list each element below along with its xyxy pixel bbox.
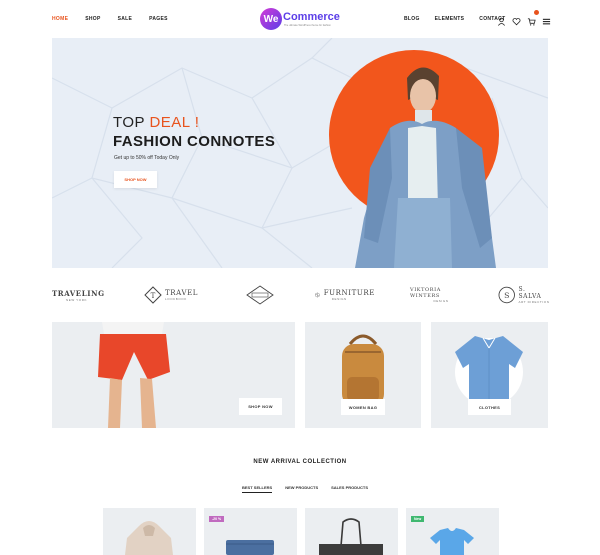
- svg-text:S: S: [504, 291, 509, 300]
- hero-banner: TOP DEAL ! FASHION CONNOTES Get up to 50…: [52, 38, 548, 268]
- furniture-cube-icon: [315, 292, 320, 298]
- nav-elements[interactable]: ELEMENTS: [435, 16, 465, 22]
- new-arrival-tabs: BEST SELLERS NEW PRODUCTS SALES PRODUCTS: [242, 485, 381, 493]
- brand-travel-name: TRAVEL: [165, 289, 199, 297]
- jeans-image: [226, 540, 274, 555]
- product-card-jeans[interactable]: -20 %: [204, 508, 297, 555]
- tshirt-image: [430, 528, 474, 555]
- brand-s-salva[interactable]: S S. SALVA ART DIRECTION: [498, 283, 550, 307]
- nav-home[interactable]: HOME: [52, 16, 68, 22]
- brand-viktoria-winters[interactable]: VIKTORIA WINTERS DESIGN: [410, 283, 472, 307]
- hero-title-prefix: TOP: [113, 114, 150, 131]
- category-tile-women-bag[interactable]: WOMEN BAG: [305, 322, 421, 428]
- brand-travel-sub: LOOKBOOK: [165, 297, 187, 301]
- brand-badge[interactable]: [246, 283, 274, 307]
- brand-furniture-text: FURNITURE DESIGN: [324, 289, 375, 301]
- hero-shop-now-button[interactable]: SHOP NOW: [114, 171, 157, 188]
- clothes-label[interactable]: CLOTHES: [468, 399, 511, 415]
- nav-shop[interactable]: SHOP: [85, 16, 100, 22]
- tab-new-products[interactable]: NEW PRODUCTS: [285, 485, 318, 493]
- nav-pages[interactable]: PAGES: [149, 16, 168, 22]
- nav-blog[interactable]: BLOG: [404, 16, 420, 22]
- tab-best-sellers[interactable]: BEST SELLERS: [242, 485, 273, 493]
- brand-furniture-name: FURNITURE: [323, 289, 375, 297]
- product-card-hoodie[interactable]: [103, 508, 196, 555]
- brand-furniture-sub: DESIGN: [331, 297, 347, 301]
- hoodie-image: [125, 521, 173, 555]
- hero-title-main: FASHION CONNOTES: [113, 133, 276, 150]
- brand-logo-strip: TRAVELING NEW YORK T TRAVEL LOOKBOOK FUR…: [52, 283, 552, 307]
- cart-count-badge: [534, 10, 539, 15]
- header-icons: [497, 10, 551, 26]
- hero-subtitle: Get up to 50% off Today Only: [114, 155, 180, 161]
- logo-mark: We: [260, 8, 282, 30]
- tote-bag-image: [319, 518, 383, 555]
- heart-icon[interactable]: [512, 13, 521, 26]
- brand-traveling[interactable]: TRAVELING NEW YORK: [52, 283, 107, 307]
- brand-travel-lookbook[interactable]: T TRAVEL LOOKBOOK: [144, 283, 204, 307]
- travel-diamond-icon: T: [144, 286, 162, 304]
- tab-sales-products[interactable]: SALES PRODUCTS: [331, 485, 368, 493]
- brand-salva-text: S. SALVA ART DIRECTION: [518, 286, 550, 304]
- site-header: HOME SHOP SALE PAGES We Commerce The ult…: [0, 0, 600, 38]
- cart-icon[interactable]: [527, 10, 539, 26]
- nav-sale[interactable]: SALE: [118, 16, 133, 22]
- hero-model-image: [355, 67, 496, 268]
- brand-travel-text: TRAVEL LOOKBOOK: [165, 289, 198, 301]
- logo-tagline: The ultimate WordPress theme for fashion: [284, 24, 331, 27]
- category-tile-clothes[interactable]: CLOTHES: [431, 322, 548, 428]
- main-nav-left: HOME SHOP SALE PAGES: [52, 16, 185, 22]
- product-card-tote[interactable]: [305, 508, 398, 555]
- brand-viktoria-sub: DESIGN: [433, 299, 449, 303]
- brand-traveling-name: TRAVELING: [52, 288, 105, 298]
- hero-title-accent: DEAL !: [149, 114, 200, 131]
- logo-name: Commerce: [283, 11, 340, 23]
- brand-salva-sub: ART DIRECTION: [518, 300, 550, 304]
- brand-viktoria-name: VIKTORIA WINTERS: [410, 287, 441, 299]
- category-tile-shorts[interactable]: SHOP NOW: [52, 322, 295, 428]
- hero-title-line1: TOP DEAL !: [113, 114, 199, 131]
- salva-circle-icon: S: [498, 286, 515, 304]
- new-arrival-title: NEW ARRIVAL COLLECTION: [253, 459, 347, 465]
- women-bag-label[interactable]: WOMEN BAG: [341, 399, 385, 415]
- brand-salva-name: S. SALVA: [518, 286, 542, 300]
- brand-furniture[interactable]: FURNITURE DESIGN: [315, 283, 375, 307]
- brand-traveling-sub: NEW YORK: [66, 297, 88, 302]
- shorts-shop-now-button[interactable]: SHOP NOW: [239, 398, 282, 415]
- product-card-tshirt[interactable]: New: [406, 508, 499, 555]
- user-icon[interactable]: [497, 13, 506, 26]
- site-logo[interactable]: We Commerce The ultimate WordPress theme…: [260, 8, 340, 30]
- menu-icon[interactable]: [542, 13, 551, 25]
- badge-emblem-icon: [246, 285, 274, 305]
- svg-text:T: T: [151, 292, 156, 300]
